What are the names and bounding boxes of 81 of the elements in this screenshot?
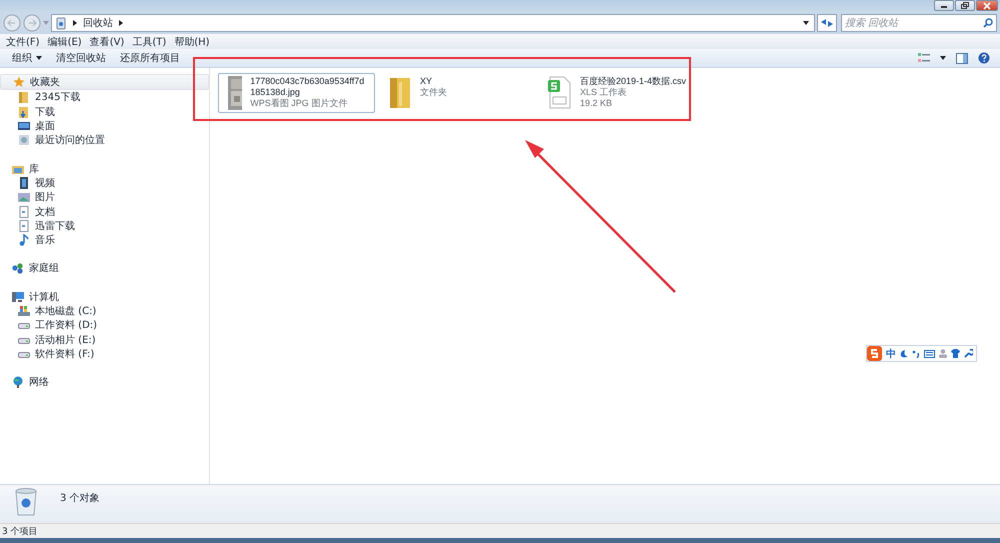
music-icon	[18, 234, 30, 246]
file-detail: XLS 工作表	[580, 87, 628, 98]
toolbar-button[interactable]: 还原所有项目	[118, 51, 182, 65]
download-icon	[18, 106, 30, 118]
caret-icon	[36, 56, 42, 60]
sidebar-item[interactable]: 音乐	[0, 232, 209, 248]
sidebar-item[interactable]: 家庭组	[0, 261, 209, 276]
document-icon	[18, 206, 30, 218]
help-icon[interactable]	[978, 52, 990, 64]
moon-icon[interactable]	[900, 350, 908, 358]
minimize-button[interactable]	[934, 0, 954, 11]
document-icon	[18, 220, 30, 232]
dropdown-arrow-icon[interactable]	[940, 56, 946, 60]
search-field[interactable]: 搜索 回收站	[841, 14, 997, 32]
search-icon	[983, 18, 993, 28]
file-item[interactable]: 百度经验2019-1-4数据.csv XLS 工作表 19.2 KB	[541, 73, 694, 113]
file-name: XY	[420, 76, 434, 87]
file-item[interactable]: XY 文件夹	[381, 73, 535, 113]
sidebar-item[interactable]: 桌面	[0, 118, 209, 134]
keyboard-icon[interactable]	[924, 350, 935, 358]
network-icon	[12, 376, 24, 388]
chevron-icon[interactable]	[119, 20, 123, 26]
computer-icon	[12, 290, 24, 303]
folder-icon	[388, 76, 412, 110]
organize-button[interactable]: 组织	[10, 51, 44, 65]
file-detail: 文件夹	[420, 87, 447, 98]
video-icon	[18, 176, 30, 189]
chevron-icon[interactable]	[73, 20, 77, 26]
sidebar-item[interactable]: 软件资料 (F:)	[0, 346, 209, 362]
menu-item[interactable]: 文件(F)	[4, 34, 42, 48]
star-icon	[13, 76, 25, 88]
file-item[interactable]: 17780c043c7b630a9534ff7d185138d.jpg WPS看图 JPG 图片文件	[218, 73, 375, 113]
refresh-button[interactable]	[817, 14, 837, 32]
system-drive-icon	[18, 305, 30, 317]
sidebar-item[interactable]: 工作资料 (D:)	[0, 318, 209, 332]
menu-item[interactable]: 查看(V)	[88, 34, 126, 48]
menu-item[interactable]: 编辑(E)	[46, 34, 84, 48]
shirt-icon[interactable]	[951, 349, 960, 358]
sidebar-item[interactable]: 下载	[0, 104, 209, 119]
file-name: 百度经验2019-1-4数据.csv	[580, 76, 686, 87]
sidebar-item[interactable]: 收藏夹	[0, 74, 209, 90]
sidebar-item[interactable]: 最近访问的位置	[0, 133, 209, 148]
input-mode-label[interactable]: 中	[886, 346, 896, 360]
address-bar[interactable]: 回收站	[51, 14, 815, 32]
item-count: 3 个对象	[60, 492, 100, 505]
spreadsheet-file-icon	[548, 76, 572, 110]
ime-logo-icon[interactable]	[867, 346, 882, 361]
sidebar-item[interactable]: 活动相片 (E:)	[0, 332, 209, 347]
restore-icon	[960, 2, 970, 10]
folder-icon	[18, 91, 30, 104]
sidebar-item[interactable]: 计算机	[0, 290, 209, 304]
view-options-icon[interactable]	[918, 53, 930, 63]
punctuation-icon[interactable]	[912, 350, 920, 358]
close-icon	[982, 2, 992, 10]
menu-item[interactable]: 帮助(H)	[172, 34, 212, 48]
preview-pane-icon[interactable]	[956, 52, 968, 64]
sidebar-item[interactable]: 库	[0, 161, 209, 176]
sidebar-item[interactable]: 2345下载	[0, 90, 209, 105]
menu-item[interactable]: 工具(T)	[130, 34, 168, 48]
recent-icon	[18, 134, 30, 146]
sidebar-item[interactable]: 本地磁盘 (C:)	[0, 304, 209, 318]
sidebar-item[interactable]: 网络	[0, 375, 209, 390]
recycle-bin-icon	[14, 488, 38, 516]
recycle-bin-icon	[55, 16, 67, 30]
restore-button[interactable]	[955, 0, 975, 11]
breadcrumb[interactable]: 回收站	[83, 16, 113, 30]
sidebar-item[interactable]: 图片	[0, 190, 209, 204]
wrench-icon[interactable]	[964, 349, 973, 358]
file-detail: WPS看图 JPG 图片文件	[250, 98, 348, 109]
toolbar-button[interactable]: 清空回收站	[54, 51, 108, 65]
file-detail: 19.2 KB	[580, 98, 614, 109]
desktop-icon	[18, 120, 30, 132]
sidebar-item[interactable]: 文档	[0, 204, 209, 219]
sidebar-item[interactable]: 视频	[0, 176, 209, 190]
dropdown-arrow-icon[interactable]	[803, 21, 809, 25]
picture-icon	[18, 191, 30, 204]
close-button[interactable]	[976, 0, 998, 11]
status-text: 3 个项目	[2, 526, 38, 538]
file-name: 17780c043c7b630a9534ff7d185138d.jpg	[250, 76, 366, 98]
sidebar-item[interactable]: 迅雷下载	[0, 218, 209, 233]
homegroup-icon	[12, 262, 24, 274]
